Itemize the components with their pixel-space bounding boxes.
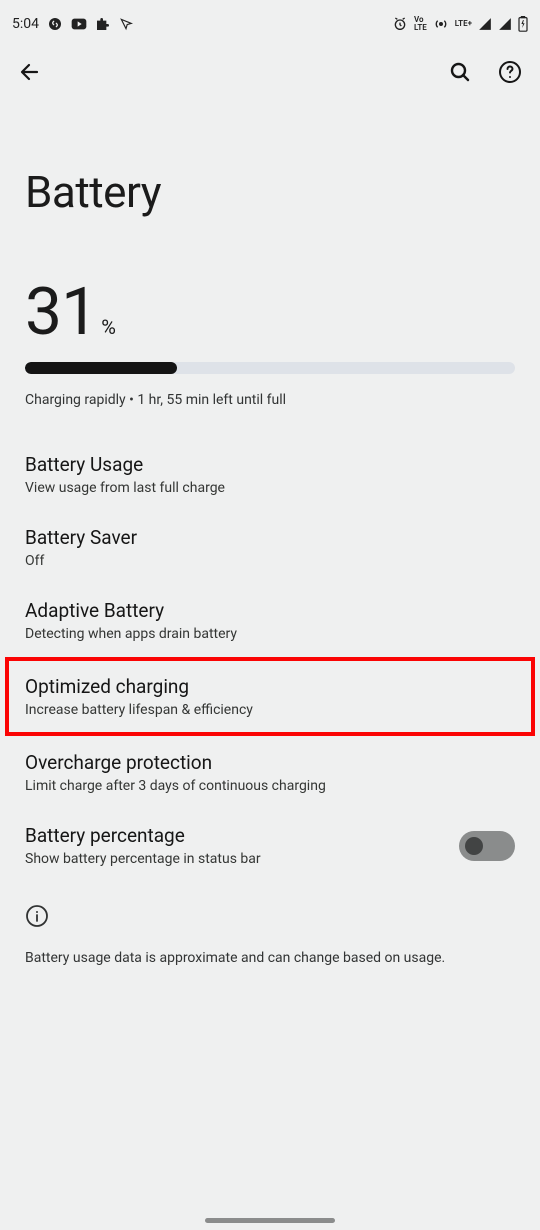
item-title: Overcharge protection bbox=[25, 751, 515, 774]
battery-percentage-toggle[interactable] bbox=[459, 831, 515, 861]
item-subtitle: Show battery percentage in status bar bbox=[25, 851, 261, 867]
signal-1-icon bbox=[478, 17, 492, 31]
content: Battery 31 % Charging rapidly • 1 hr, 55… bbox=[0, 166, 540, 966]
help-icon[interactable] bbox=[498, 60, 522, 84]
status-time: 5:04 bbox=[12, 16, 39, 32]
hotspot-icon bbox=[433, 16, 449, 32]
item-subtitle: Off bbox=[25, 553, 515, 569]
status-left: 5:04 bbox=[12, 16, 133, 32]
item-title: Battery Saver bbox=[25, 526, 515, 549]
item-subtitle: Limit charge after 3 days of continuous … bbox=[25, 778, 515, 794]
alarm-icon bbox=[392, 16, 408, 32]
battery-value-row: 31 % bbox=[25, 280, 515, 346]
action-bar bbox=[0, 48, 540, 96]
charging-status-text: Charging rapidly • 1 hr, 55 min left unt… bbox=[25, 392, 515, 408]
overcharge-protection-item[interactable]: Overcharge protection Limit charge after… bbox=[25, 736, 515, 809]
item-subtitle: Increase battery lifespan & efficiency bbox=[25, 702, 515, 718]
switch-knob bbox=[465, 837, 483, 855]
shazam-icon bbox=[47, 16, 63, 32]
battery-summary: 31 % Charging rapidly • 1 hr, 55 min lef… bbox=[25, 280, 515, 408]
item-title: Optimized charging bbox=[25, 675, 515, 698]
item-subtitle: Detecting when apps drain battery bbox=[25, 626, 515, 642]
item-subtitle: View usage from last full charge bbox=[25, 480, 515, 496]
info-icon bbox=[25, 904, 515, 932]
battery-charging-icon bbox=[518, 16, 528, 32]
status-bar: 5:04 VoLTE LTE+ bbox=[0, 0, 540, 48]
battery-saver-item[interactable]: Battery Saver Off bbox=[25, 511, 515, 584]
signal-2-icon bbox=[498, 17, 512, 31]
back-icon[interactable] bbox=[18, 60, 42, 84]
puzzle-icon bbox=[95, 16, 111, 32]
gesture-nav-handle[interactable] bbox=[205, 1218, 335, 1223]
cursor-icon bbox=[119, 17, 133, 31]
battery-progress-fill bbox=[25, 362, 177, 374]
battery-percent-value: 31 bbox=[25, 280, 97, 346]
footer-note: Battery usage data is approximate and ca… bbox=[25, 950, 515, 966]
optimized-charging-item[interactable]: Optimized charging Increase battery life… bbox=[5, 657, 535, 736]
item-title: Battery percentage bbox=[25, 824, 261, 847]
item-title: Battery Usage bbox=[25, 453, 515, 476]
adaptive-battery-item[interactable]: Adaptive Battery Detecting when apps dra… bbox=[25, 584, 515, 657]
page-title: Battery bbox=[25, 166, 515, 218]
battery-progress-track bbox=[25, 362, 515, 374]
battery-usage-item[interactable]: Battery Usage View usage from last full … bbox=[25, 438, 515, 511]
settings-list: Battery Usage View usage from last full … bbox=[25, 438, 515, 966]
lte-plus-indicator: LTE+ bbox=[455, 20, 472, 28]
battery-percent-unit: % bbox=[101, 315, 116, 339]
battery-percentage-item[interactable]: Battery percentage Show battery percenta… bbox=[25, 809, 515, 882]
youtube-icon bbox=[71, 17, 87, 31]
item-title: Adaptive Battery bbox=[25, 599, 515, 622]
volte-indicator: VoLTE bbox=[414, 16, 427, 32]
search-icon[interactable] bbox=[448, 60, 472, 84]
status-right: VoLTE LTE+ bbox=[392, 16, 528, 32]
